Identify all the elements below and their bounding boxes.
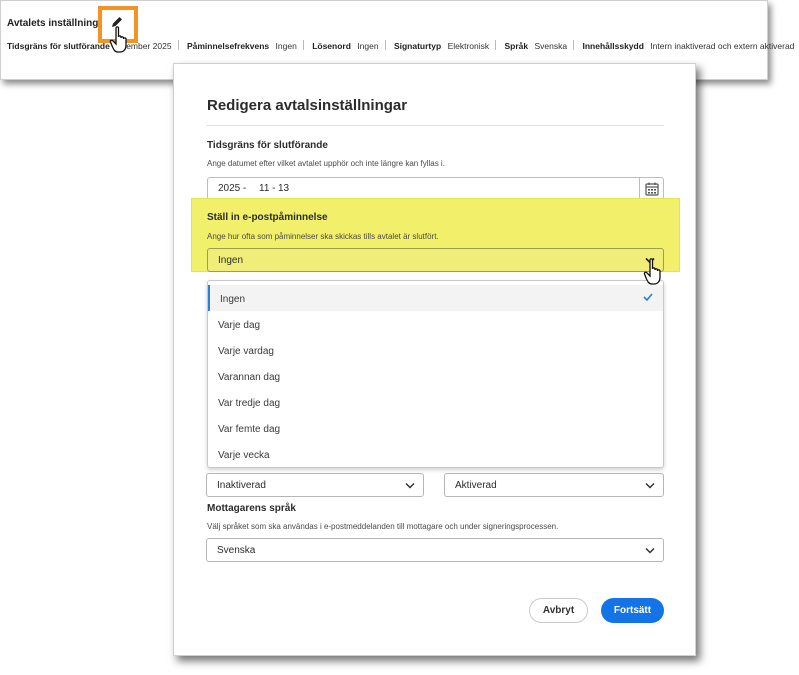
divider: [302, 40, 304, 50]
option-ingen[interactable]: Ingen: [208, 285, 663, 311]
reminder-selected-value: Ingen: [218, 255, 244, 266]
dialog-title: Redigera avtalsinställningar: [207, 97, 408, 114]
language-select[interactable]: Svenska: [206, 538, 664, 562]
reminder-label: Ställ in e-postpåminnelse: [207, 212, 328, 223]
language-selected-value: Svenska: [217, 545, 256, 556]
divider: [573, 40, 575, 50]
option-varje-vardag[interactable]: Varje vardag: [208, 337, 663, 363]
deadline-label: Tidsgräns för slutförande: [207, 140, 328, 151]
date-month[interactable]: 11 -: [259, 183, 276, 194]
cancel-button[interactable]: Avbryt: [529, 598, 588, 623]
date-day[interactable]: 13: [278, 183, 289, 194]
language-label: Mottagarens språk: [207, 503, 296, 514]
divider: [384, 40, 386, 50]
reminder-frequency-select[interactable]: Ingen: [207, 248, 664, 272]
divider: [495, 40, 497, 50]
language-help: Välj språket som ska användas i e-postme…: [207, 522, 559, 531]
option-varannan-dag[interactable]: Varannan dag: [208, 363, 663, 389]
field-signature-type: Signaturtyp Elektronisk: [393, 41, 490, 51]
option-var-femte-dag[interactable]: Var femte dag: [208, 415, 663, 441]
external-protection-select[interactable]: Aktiverad: [444, 473, 664, 497]
checkmark-icon: [643, 293, 653, 301]
field-deadline: Tidsgräns för slutförande ember 2025: [7, 41, 172, 51]
field-password: Lösenord Ingen: [312, 41, 379, 51]
internal-protection-value: Inaktiverad: [217, 480, 266, 491]
hand-cursor-icon: [643, 258, 661, 285]
reminder-help: Ange hur ofta som påminnelser ska skicka…: [207, 232, 439, 241]
edit-agreement-settings-dialog: Redigera avtalsinställningar Tidsgräns f…: [173, 63, 696, 656]
date-year[interactable]: 2025 -: [218, 183, 246, 194]
divider: [177, 40, 179, 50]
field-language: Språk Svenska: [504, 41, 568, 51]
chevron-down-icon: [645, 547, 655, 554]
reminder-options-list: Ingen Varje dag Varje vardag Varannan da…: [207, 280, 664, 468]
field-content-protection: Innehållsskydd Intern inaktiverad och ex…: [582, 41, 795, 51]
calendar-button[interactable]: [639, 178, 663, 200]
continue-button[interactable]: Fortsätt: [601, 598, 664, 623]
calendar-icon: [645, 182, 659, 196]
chevron-down-icon: [645, 482, 655, 489]
external-protection-value: Aktiverad: [455, 480, 497, 491]
option-varje-vecka[interactable]: Varje vecka: [208, 441, 663, 467]
title-divider: [206, 125, 664, 126]
settings-bar-title: Avtalets inställningar: [7, 18, 108, 29]
deadline-help: Ange datumet efter vilket avtalet upphör…: [207, 159, 445, 168]
chevron-down-icon: [405, 482, 415, 489]
field-reminder-frequency: Påminnelsefrekvens Ingen: [186, 41, 297, 51]
option-varje-dag[interactable]: Varje dag: [208, 311, 663, 337]
option-var-tredje-dag[interactable]: Var tredje dag: [208, 389, 663, 415]
internal-protection-select[interactable]: Inaktiverad: [206, 473, 424, 497]
hand-cursor-icon: [109, 26, 127, 53]
